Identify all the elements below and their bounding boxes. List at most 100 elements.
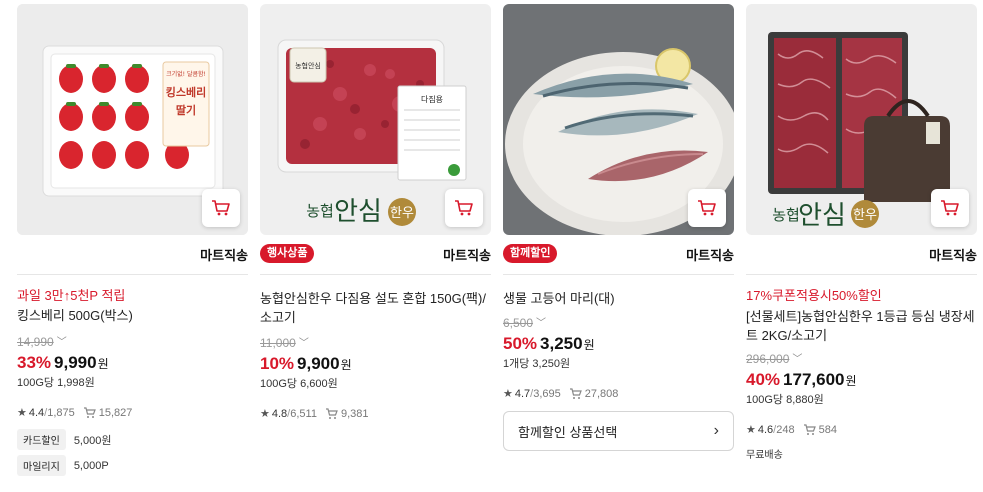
- product-thumbnail[interactable]: 농협 안심 한우: [746, 4, 977, 235]
- cart-count-icon: [83, 407, 96, 418]
- promo-text: 17%쿠폰적용시50%할인: [746, 288, 882, 303]
- likes-count: 15,827: [98, 407, 133, 419]
- combo-discount-select-button[interactable]: 함께할인 상품선택 ›: [503, 411, 734, 451]
- product-stats: ★ 4.7/3,695 27,808: [503, 388, 619, 400]
- rating-value: 4.4: [28, 407, 45, 419]
- star-icon: ★: [260, 408, 270, 420]
- product-name[interactable]: [선물세트]농협안심한우 1등급 등심 냉장세트 2KG/소고기: [746, 307, 977, 345]
- cart-count-icon: [803, 424, 816, 435]
- svg-text:농협: 농협: [306, 202, 334, 220]
- cart-count-icon: [569, 388, 582, 399]
- unit-price: 100G당 1,998원: [17, 377, 95, 389]
- delivery-label: 마트직송: [443, 248, 491, 263]
- star-icon: ★: [746, 424, 756, 436]
- product-name[interactable]: 킹스베리 500G(박스): [17, 306, 248, 325]
- discount-rate: 33%: [17, 353, 52, 372]
- benefit-value: 5,000원: [73, 434, 112, 447]
- benefit-tag: 카드할인: [17, 429, 66, 450]
- rating-value: 4.7: [514, 388, 531, 400]
- product-thumbnail[interactable]: [503, 4, 734, 235]
- promo-text: 과일 3만↑5천P 적립: [17, 288, 126, 303]
- cart-icon: [941, 200, 959, 216]
- cart-count-icon: [325, 408, 338, 419]
- review-count: 6,511: [290, 408, 317, 420]
- unit-price: 1개당 3,250원: [503, 358, 571, 370]
- sale-price: 9,990: [54, 353, 97, 372]
- divider: [17, 274, 248, 275]
- svg-text:한우: 한우: [853, 208, 877, 223]
- chevron-down-icon[interactable]: ﹀: [536, 316, 546, 332]
- delivery-label: 마트직송: [200, 248, 248, 263]
- cart-icon: [455, 200, 473, 216]
- discount-rate: 10%: [260, 354, 295, 373]
- add-to-cart-button[interactable]: [931, 189, 969, 227]
- currency-unit: 원: [845, 374, 857, 388]
- product-card-kingsberry[interactable]: 크기없! 달콤함! 킹스베리 딸기 마트직송 과일 3만↑5천P 적립 킹스베리…: [17, 4, 248, 490]
- product-name[interactable]: 생물 고등어 마리(대): [503, 289, 734, 308]
- cart-icon: [698, 200, 716, 216]
- product-card-beef-gift-set[interactable]: 농협 안심 한우 마트직송 17%쿠폰적용시50%할인 [선물세트]농협안심한우…: [746, 4, 977, 490]
- product-stats: ★ 4.8/6,511 9,381: [260, 408, 369, 420]
- likes-count: 584: [818, 424, 837, 436]
- likes-count: 27,808: [584, 388, 619, 400]
- review-count: 248: [776, 424, 795, 436]
- review-count: 3,695: [533, 388, 561, 400]
- original-price: 6,500: [503, 316, 534, 330]
- unit-price: 100G당 6,600원: [260, 378, 338, 390]
- svg-text:크기없! 달콤함!: 크기없! 달콤함!: [166, 70, 206, 78]
- divider: [260, 274, 491, 275]
- svg-text:딸기: 딸기: [176, 103, 196, 117]
- svg-text:농협: 농협: [772, 206, 800, 224]
- divider: [503, 274, 734, 275]
- svg-text:안심: 안심: [334, 197, 382, 227]
- benefit-card-discount: 카드할인 5,000원: [17, 429, 248, 450]
- chevron-down-icon[interactable]: ﹀: [792, 352, 802, 368]
- unit-price: 100G당 8,880원: [746, 394, 824, 406]
- product-thumbnail[interactable]: 크기없! 달콤함! 킹스베리 딸기: [17, 4, 248, 235]
- star-icon: ★: [17, 407, 27, 419]
- chevron-down-icon[interactable]: ﹀: [299, 336, 309, 352]
- original-price: 296,000: [746, 352, 790, 366]
- svg-text:킹스베리: 킹스베리: [166, 85, 206, 99]
- svg-text:다짐용: 다짐용: [421, 94, 443, 104]
- benefit-value: 5,000P: [73, 459, 109, 472]
- sale-price: 3,250: [540, 334, 583, 353]
- svg-text:안심: 안심: [798, 201, 846, 231]
- discount-rate: 40%: [746, 370, 781, 389]
- rating-value: 4.8: [271, 408, 288, 420]
- add-to-cart-button[interactable]: [202, 189, 240, 227]
- product-stats: ★ 4.6/248 584: [746, 424, 837, 436]
- add-to-cart-button[interactable]: [688, 189, 726, 227]
- original-price: 11,000: [260, 336, 296, 350]
- product-name[interactable]: 농협안심한우 다짐용 설도 혼합 150G(팩)/소고기: [260, 289, 491, 327]
- benefit-mileage: 마일리지 5,000P: [17, 455, 248, 476]
- star-icon: ★: [503, 388, 513, 400]
- sale-price: 9,900: [297, 354, 340, 373]
- discount-rate: 50%: [503, 334, 538, 353]
- chevron-down-icon[interactable]: ﹀: [57, 335, 67, 351]
- combo-button-label: 함께할인 상품선택: [518, 424, 618, 440]
- product-stats: ★ 4.4/1,875 15,827: [17, 407, 133, 419]
- sale-price: 177,600: [783, 370, 845, 389]
- rating-value: 4.6: [757, 424, 774, 436]
- add-to-cart-button[interactable]: [445, 189, 483, 227]
- product-thumbnail[interactable]: 농협안심 다짐용 농협 안심 한우: [260, 4, 491, 235]
- currency-unit: 원: [340, 358, 352, 372]
- chevron-right-icon: ›: [713, 422, 719, 439]
- product-card-mackerel[interactable]: 함께할인 마트직송 생물 고등어 마리(대) 6,500 ﹀ 50% 3,250원 …: [503, 4, 734, 490]
- delivery-label: 마트직송: [929, 248, 977, 263]
- svg-text:농협안심: 농협안심: [295, 61, 321, 70]
- cart-icon: [212, 200, 230, 216]
- review-count: 1,875: [47, 407, 75, 419]
- currency-unit: 원: [97, 357, 109, 371]
- likes-count: 9,381: [340, 408, 369, 420]
- svg-text:한우: 한우: [390, 206, 414, 221]
- free-shipping-label: 무료배송: [746, 450, 783, 461]
- delivery-label: 마트직송: [686, 248, 734, 263]
- divider: [746, 274, 977, 275]
- combo-discount-badge: 함께할인: [503, 244, 558, 263]
- product-card-ground-beef[interactable]: 농협안심 다짐용 농협 안심 한우 행사상품 마트직송 농협안심한우 다짐용 설…: [260, 4, 491, 490]
- event-badge: 행사상품: [260, 244, 315, 263]
- benefit-tag: 마일리지: [17, 455, 66, 476]
- original-price: 14,990: [17, 335, 54, 349]
